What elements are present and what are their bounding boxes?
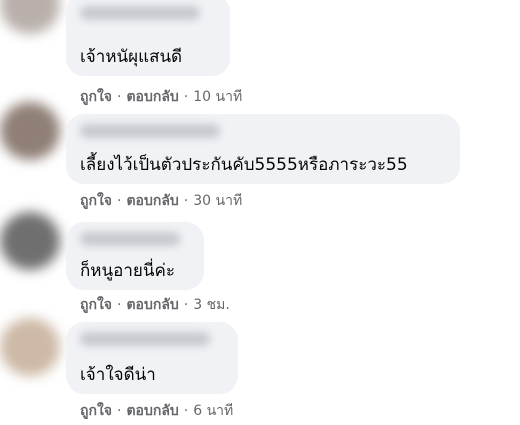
comment-bubble: เลี้ยงไว้เป็นตัวประกันคับ5555หรือภาระวะ5… bbox=[66, 114, 460, 184]
like-button[interactable]: ถูกใจ bbox=[80, 89, 112, 105]
timestamp[interactable]: 30 นาที bbox=[193, 193, 242, 209]
separator: · bbox=[117, 297, 122, 313]
avatar[interactable] bbox=[0, 212, 60, 270]
comment-actions: ถูกใจ · ตอบกลับ · 6 นาที bbox=[80, 402, 233, 420]
separator: · bbox=[117, 89, 122, 105]
comment-bubble: เจ้าหนัผุแสนดี bbox=[66, 0, 230, 76]
timestamp[interactable]: 10 นาที bbox=[193, 89, 242, 105]
author-name-blurred[interactable] bbox=[80, 232, 180, 246]
comment-text: เจ้าหนัผุแสนดี bbox=[80, 47, 183, 67]
timestamp[interactable]: 6 นาที bbox=[193, 403, 233, 419]
separator: · bbox=[183, 403, 189, 419]
comment-actions: ถูกใจ · ตอบกลับ · 30 นาที bbox=[80, 192, 242, 210]
like-button[interactable]: ถูกใจ bbox=[80, 297, 112, 313]
separator: · bbox=[117, 403, 122, 419]
comment-text: เจ้าใจดีน่า bbox=[80, 365, 156, 385]
separator: · bbox=[183, 297, 189, 313]
like-button[interactable]: ถูกใจ bbox=[80, 403, 112, 419]
reply-button[interactable]: ตอบกลับ bbox=[126, 193, 178, 209]
separator: · bbox=[183, 89, 189, 105]
reply-button[interactable]: ตอบกลับ bbox=[126, 297, 178, 313]
reply-button[interactable]: ตอบกลับ bbox=[126, 89, 178, 105]
comment-text: เลี้ยงไว้เป็นตัวประกันคับ5555หรือภาระวะ5… bbox=[80, 155, 408, 175]
author-name-blurred[interactable] bbox=[80, 6, 200, 20]
comment-bubble: ก็หนูอายนี่ค่ะ bbox=[66, 222, 204, 290]
separator: · bbox=[117, 193, 122, 209]
author-name-blurred[interactable] bbox=[80, 332, 210, 346]
avatar[interactable] bbox=[0, 102, 60, 160]
comment-bubble: เจ้าใจดีน่า bbox=[66, 322, 238, 394]
comment-actions: ถูกใจ · ตอบกลับ · 10 นาที bbox=[80, 88, 242, 106]
author-name-blurred[interactable] bbox=[80, 124, 220, 138]
comment-actions: ถูกใจ · ตอบกลับ · 3 ชม. bbox=[80, 296, 230, 314]
separator: · bbox=[183, 193, 189, 209]
comment-text: ก็หนูอายนี่ค่ะ bbox=[80, 261, 175, 281]
avatar[interactable] bbox=[0, 318, 60, 376]
like-button[interactable]: ถูกใจ bbox=[80, 193, 112, 209]
timestamp[interactable]: 3 ชม. bbox=[193, 297, 230, 313]
reply-button[interactable]: ตอบกลับ bbox=[126, 403, 178, 419]
avatar[interactable] bbox=[0, 0, 60, 34]
